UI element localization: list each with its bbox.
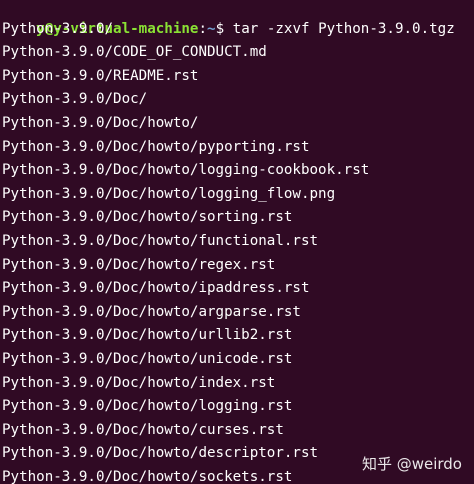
output-line: Python-3.9.0/Doc/howto/functional.rst (2, 233, 319, 249)
output-line: Python-3.9.0/ (2, 20, 114, 37)
prompt-symbol: $ (215, 20, 233, 37)
output-line: Python-3.9.0/Doc/howto/urllib2.rst (2, 327, 293, 344)
prompt-separator: : (198, 20, 208, 37)
prompt-line: y@y-virtual-machine:~$ tar -zxvf Python-… (2, 0, 455, 37)
output-line: Python-3.9.0/Doc/ (2, 91, 148, 108)
output-line: Python-3.9.0/Doc/howto/pyporting.rst (2, 138, 310, 155)
output-line: Python-3.9.0/Doc/howto/logging.rst (2, 398, 293, 415)
output-line: Python-3.9.0/Doc/howto/logging_flow.png (2, 185, 336, 202)
output-line: Python-3.9.0/Doc/howto/unicode.rst (2, 351, 293, 367)
output-line: Python-3.9.0/CODE_OF_CONDUCT.md (2, 44, 267, 61)
output-line: Python-3.9.0/Doc/howto/descriptor.rst (2, 445, 319, 462)
output-line: Python-3.9.0/README.rst (2, 67, 199, 84)
output-line: Python-3.9.0/Doc/howto/ipaddress.rst (2, 280, 310, 297)
watermark: 知乎 @weirdo (361, 455, 462, 473)
output-line: Python-3.9.0/Doc/howto/index.rst (2, 374, 276, 391)
command-text: tar -zxvf Python-3.9.0.tgz (232, 20, 455, 37)
output-line: Python-3.9.0/Doc/howto/argparse.rst (2, 303, 301, 320)
output-line: Python-3.9.0/Doc/howto/sockets.rst (2, 469, 293, 484)
output-line: Python-3.9.0/Doc/howto/curses.rst (2, 421, 284, 438)
prompt-path: ~ (207, 20, 216, 37)
output-line: Python-3.9.0/Doc/howto/regex.rst (2, 256, 276, 273)
output-line: Python-3.9.0/Doc/howto/sorting.rst (2, 209, 293, 226)
terminal-window[interactable]: y@y-virtual-machine:~$ tar -zxvf Python-… (0, 0, 474, 484)
output-line: Python-3.9.0/Doc/howto/logging-cookbook.… (2, 162, 370, 179)
output-line: Python-3.9.0/Doc/howto/ (2, 115, 199, 131)
